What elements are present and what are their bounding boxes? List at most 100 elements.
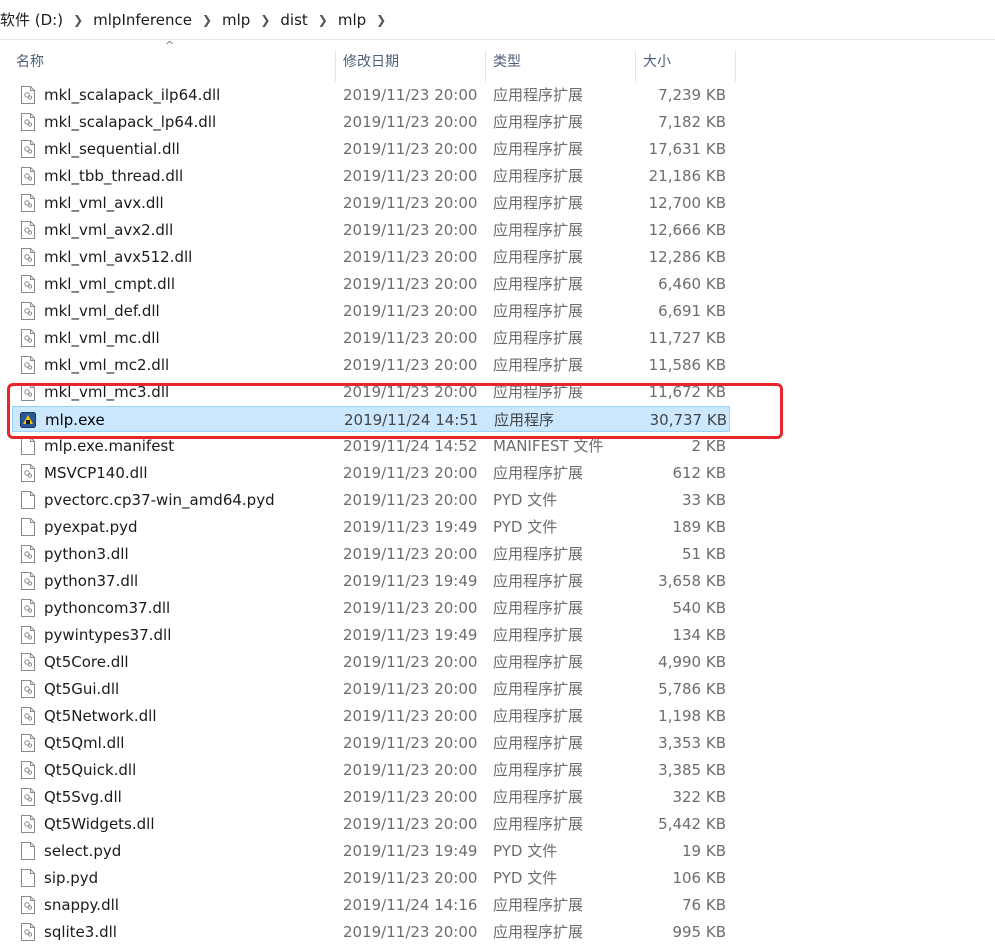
file-modified-date: 2019/11/23 20:00 bbox=[343, 302, 478, 320]
chevron-right-icon[interactable]: ❯ bbox=[372, 13, 396, 27]
dll-file-icon bbox=[21, 707, 35, 725]
file-row[interactable]: Qt5Core.dll 2019/11/23 20:00 应用程序扩展 4,990 K… bbox=[12, 649, 730, 675]
file-row[interactable]: mkl_vml_mc2.dll 2019/11/23 20:00 应用程序扩展 11,… bbox=[12, 352, 730, 378]
file-row[interactable]: mkl_vml_cmpt.dll 2019/11/23 20:00 应用程序扩展 6,… bbox=[12, 271, 730, 297]
column-header-type[interactable]: 类型 bbox=[493, 41, 633, 81]
file-row[interactable]: pythoncom37.dll 2019/11/23 20:00 应用程序扩展 540… bbox=[12, 595, 730, 621]
breadcrumb-dist[interactable]: dist bbox=[280, 11, 313, 29]
file-modified-date: 2019/11/23 20:00 bbox=[343, 383, 478, 401]
file-row[interactable]: Qt5Quick.dll 2019/11/23 20:00 应用程序扩展 3,385 … bbox=[12, 757, 730, 783]
file-name: Qt5Gui.dll bbox=[44, 680, 120, 698]
file-size: 612 KB bbox=[672, 464, 726, 482]
breadcrumb-mlp-current[interactable]: mlp bbox=[338, 11, 372, 29]
file-row[interactable]: MSVCP140.dll 2019/11/23 20:00 应用程序扩展 612 KB bbox=[12, 460, 730, 486]
breadcrumb-mlpinference[interactable]: mlpInference bbox=[93, 11, 198, 29]
file-modified-date: 2019/11/23 20:00 bbox=[343, 464, 478, 482]
column-header-size[interactable]: 大小 bbox=[643, 41, 735, 81]
file-size: 6,691 KB bbox=[658, 302, 726, 320]
file-row[interactable]: mkl_vml_def.dll 2019/11/23 20:00 应用程序扩展 6,6… bbox=[12, 298, 730, 324]
file-row[interactable]: sip.pyd 2019/11/23 20:00 PYD 文件 106 KB bbox=[12, 865, 730, 891]
file-name: mkl_vml_avx2.dll bbox=[44, 221, 174, 239]
chevron-right-icon[interactable]: ❯ bbox=[256, 13, 280, 27]
file-row[interactable]: sqlite3.dll 2019/11/23 20:00 应用程序扩展 995 KB bbox=[12, 919, 730, 945]
file-row[interactable]: pyexpat.pyd 2019/11/23 19:49 PYD 文件 189 KB bbox=[12, 514, 730, 540]
file-size: 3,353 KB bbox=[658, 734, 726, 752]
file-type: 应用程序扩展 bbox=[493, 329, 584, 347]
file-type: 应用程序扩展 bbox=[493, 707, 584, 725]
file-type: 应用程序扩展 bbox=[493, 680, 584, 698]
file-modified-date: 2019/11/23 20:00 bbox=[343, 356, 478, 374]
file-name: Qt5Widgets.dll bbox=[44, 815, 155, 833]
file-row[interactable]: Qt5Network.dll 2019/11/23 20:00 应用程序扩展 1,19… bbox=[12, 703, 730, 729]
file-row[interactable]: Qt5Qml.dll 2019/11/23 20:00 应用程序扩展 3,353 KB bbox=[12, 730, 730, 756]
file-size: 322 KB bbox=[672, 788, 726, 806]
file-type: MANIFEST 文件 bbox=[493, 437, 604, 455]
file-name: pywintypes37.dll bbox=[44, 626, 172, 644]
file-modified-date: 2019/11/23 20:00 bbox=[343, 653, 478, 671]
file-modified-date: 2019/11/23 20:00 bbox=[343, 221, 478, 239]
file-row[interactable]: mkl_vml_mc.dll 2019/11/23 20:00 应用程序扩展 11,7… bbox=[12, 325, 730, 351]
column-header-date[interactable]: 修改日期 bbox=[343, 41, 483, 81]
file-row[interactable]: mlp.exe 2019/11/24 14:51 应用程序 30,737 KB bbox=[12, 406, 730, 432]
file-row[interactable]: python3.dll 2019/11/23 20:00 应用程序扩展 51 KB bbox=[12, 541, 730, 567]
chevron-right-icon[interactable]: ❯ bbox=[314, 13, 338, 27]
file-row[interactable]: mkl_scalapack_ilp64.dll 2019/11/23 20:00 应… bbox=[12, 82, 730, 108]
dll-file-icon bbox=[21, 275, 35, 293]
dll-file-icon bbox=[21, 302, 35, 320]
file-type: 应用程序扩展 bbox=[493, 302, 584, 320]
file-size: 12,286 KB bbox=[648, 248, 726, 266]
file-row[interactable]: mkl_tbb_thread.dll 2019/11/23 20:00 应用程序扩展… bbox=[12, 163, 730, 189]
file-row[interactable]: Qt5Widgets.dll 2019/11/23 20:00 应用程序扩展 5,44… bbox=[12, 811, 730, 837]
chevron-right-icon[interactable]: ❯ bbox=[198, 13, 222, 27]
file-type: 应用程序扩展 bbox=[493, 653, 584, 671]
file-modified-date: 2019/11/23 19:49 bbox=[343, 518, 478, 536]
file-row[interactable]: python37.dll 2019/11/23 19:49 应用程序扩展 3,658 … bbox=[12, 568, 730, 594]
file-row[interactable]: mlp.exe.manifest 2019/11/24 14:52 MANIFEST… bbox=[12, 433, 730, 459]
file-type: 应用程序扩展 bbox=[493, 221, 584, 239]
file-row[interactable]: snappy.dll 2019/11/24 14:16 应用程序扩展 76 KB bbox=[12, 892, 730, 918]
file-modified-date: 2019/11/23 19:49 bbox=[343, 572, 478, 590]
file-name: MSVCP140.dll bbox=[44, 464, 148, 482]
file-size: 2 KB bbox=[691, 437, 726, 455]
file-modified-date: 2019/11/24 14:52 bbox=[343, 437, 478, 455]
file-modified-date: 2019/11/23 20:00 bbox=[343, 869, 478, 887]
dll-file-icon bbox=[21, 194, 35, 212]
file-name: snappy.dll bbox=[44, 896, 119, 914]
dll-file-icon bbox=[21, 86, 35, 104]
file-row[interactable]: mkl_vml_avx2.dll 2019/11/23 20:00 应用程序扩展 12… bbox=[12, 217, 730, 243]
breadcrumb-mlp[interactable]: mlp bbox=[222, 11, 256, 29]
file-name: mkl_vml_avx.dll bbox=[44, 194, 164, 212]
file-row[interactable]: Qt5Svg.dll 2019/11/23 20:00 应用程序扩展 322 KB bbox=[12, 784, 730, 810]
file-row[interactable]: pvectorc.cp37-win_amd64.pyd 2019/11/23 20… bbox=[12, 487, 730, 513]
column-divider[interactable] bbox=[735, 50, 736, 82]
column-divider[interactable] bbox=[635, 50, 636, 82]
dll-file-icon bbox=[21, 815, 35, 833]
file-size: 12,666 KB bbox=[648, 221, 726, 239]
file-row[interactable]: mkl_vml_avx.dll 2019/11/23 20:00 应用程序扩展 12,… bbox=[12, 190, 730, 216]
file-name: mlp.exe bbox=[45, 411, 105, 429]
column-header-name[interactable]: 名称 bbox=[16, 41, 334, 81]
file-row[interactable]: mkl_vml_avx512.dll 2019/11/23 20:00 应用程序扩展… bbox=[12, 244, 730, 270]
file-row[interactable]: mkl_scalapack_lp64.dll 2019/11/23 20:00 应用… bbox=[12, 109, 730, 135]
file-row[interactable]: mkl_sequential.dll 2019/11/23 20:00 应用程序扩展… bbox=[12, 136, 730, 162]
file-modified-date: 2019/11/23 20:00 bbox=[343, 194, 478, 212]
dll-file-icon bbox=[21, 329, 35, 347]
blank-file-icon bbox=[21, 518, 35, 536]
column-divider[interactable] bbox=[485, 50, 486, 82]
breadcrumb-drive[interactable]: 软件 (D:) bbox=[0, 9, 69, 30]
file-modified-date: 2019/11/23 20:00 bbox=[343, 680, 478, 698]
file-size: 1,198 KB bbox=[658, 707, 726, 725]
dll-file-icon bbox=[21, 680, 35, 698]
file-name: mkl_scalapack_lp64.dll bbox=[44, 113, 217, 131]
column-divider[interactable] bbox=[335, 50, 336, 82]
file-row[interactable]: pywintypes37.dll 2019/11/23 19:49 应用程序扩展 13… bbox=[12, 622, 730, 648]
file-type: PYD 文件 bbox=[493, 842, 558, 860]
file-name: mkl_vml_mc2.dll bbox=[44, 356, 170, 374]
chevron-right-icon[interactable]: ❯ bbox=[69, 13, 93, 27]
file-modified-date: 2019/11/23 20:00 bbox=[343, 815, 478, 833]
dll-file-icon bbox=[21, 248, 35, 266]
file-row[interactable]: Qt5Gui.dll 2019/11/23 20:00 应用程序扩展 5,786 KB bbox=[12, 676, 730, 702]
file-row[interactable]: mkl_vml_mc3.dll 2019/11/23 20:00 应用程序扩展 11,… bbox=[12, 379, 730, 405]
file-row[interactable]: select.pyd 2019/11/23 19:49 PYD 文件 19 KB bbox=[12, 838, 730, 864]
file-type: 应用程序扩展 bbox=[493, 113, 584, 131]
